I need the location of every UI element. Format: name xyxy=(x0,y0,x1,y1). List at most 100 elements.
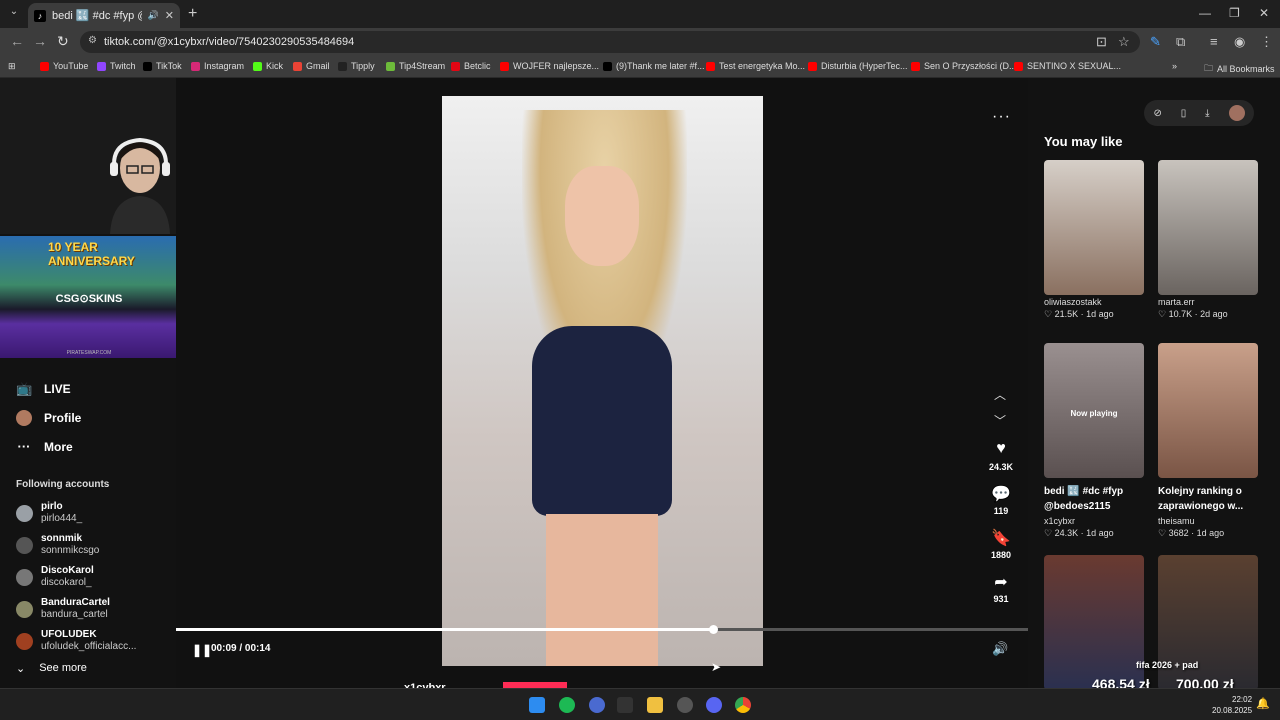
comment-icon: 💬 xyxy=(991,486,1011,503)
progress-fill xyxy=(176,628,713,631)
all-bookmarks[interactable]: 🗀 All Bookmarks xyxy=(1204,61,1275,77)
sidebar-item-more[interactable]: ··· More xyxy=(16,432,166,461)
card-author[interactable]: oliwiaszostakk xyxy=(1044,297,1144,307)
discord-icon[interactable] xyxy=(706,697,722,713)
volume-icon[interactable]: 🔊 xyxy=(992,641,1008,657)
bookmark-item[interactable]: SENTINO X SEXUAL... xyxy=(1014,61,1121,71)
video-frame[interactable] xyxy=(442,96,763,666)
bookmark-item[interactable]: TikTok xyxy=(143,61,182,71)
windows-start-icon[interactable] xyxy=(529,697,545,713)
bookmark-item[interactable]: WOJFER najlepsze... xyxy=(500,61,599,71)
bookmark-item[interactable]: Tipply xyxy=(338,61,375,71)
previous-video-icon[interactable]: ︿ xyxy=(994,386,1006,403)
phone-icon[interactable]: ▯ xyxy=(1181,108,1187,119)
epic-games-icon[interactable] xyxy=(617,697,633,713)
recommended-video-card[interactable]: oliwiaszostakk ♡ 21.5K · 1d ago xyxy=(1044,160,1144,320)
following-account[interactable]: UFOLUDEK ufoludek_officialacc... xyxy=(16,629,136,653)
menu-kebab-icon[interactable]: ⋮ xyxy=(1260,34,1273,50)
recommended-video-card[interactable] xyxy=(1044,555,1144,690)
bookmark-favicon-icon xyxy=(808,61,817,71)
extensions-puzzle-icon[interactable]: ⧉ xyxy=(1176,34,1185,50)
reload-icon[interactable]: ↻ xyxy=(57,33,69,50)
following-account[interactable]: sonnmik sonnmikcsgo xyxy=(16,533,99,557)
following-account[interactable]: BanduraCartel bandura_cartel xyxy=(16,597,110,621)
video-thumbnail[interactable]: Now playing xyxy=(1044,343,1144,478)
card-title: bedi 🔣 #dc #fyp @bedoes2115 xyxy=(1044,486,1124,512)
restore-icon[interactable]: ❐ xyxy=(1229,6,1240,20)
bookmark-item[interactable]: Test energetyka Mo... xyxy=(706,61,805,71)
file-explorer-icon[interactable] xyxy=(647,697,663,713)
recommended-video-card[interactable]: marta.err ♡ 10.7K · 2d ago xyxy=(1158,160,1258,320)
app-icon[interactable] xyxy=(589,697,605,713)
bookmark-item[interactable]: Betclic xyxy=(451,61,491,71)
bookmarks-overflow-icon[interactable]: » xyxy=(1172,61,1177,71)
chrome-icon[interactable] xyxy=(735,697,751,713)
profile-icon[interactable]: ◉ xyxy=(1234,34,1245,50)
address-bar[interactable]: ⚙ tiktok.com/@x1cybxr/video/754023029053… xyxy=(80,31,1140,53)
following-account[interactable]: pirlo pirlo444_ xyxy=(16,501,82,525)
user-avatar[interactable] xyxy=(1228,105,1245,121)
bookmark-item[interactable]: (9)Thank me later #f... xyxy=(603,61,705,71)
minimize-icon[interactable]: — xyxy=(1199,6,1211,20)
video-thumbnail[interactable] xyxy=(1158,160,1258,295)
heart-icon: ♡ xyxy=(1044,528,1055,538)
sidebar-item-live[interactable]: 📺 LIVE xyxy=(16,374,166,403)
tab-list-icon[interactable]: ⌄ xyxy=(6,6,22,22)
install-app-icon[interactable]: ⊡ xyxy=(1096,34,1107,50)
apps-grid-icon[interactable]: ⊞ xyxy=(8,61,16,72)
card-author[interactable]: theisamu xyxy=(1158,516,1258,526)
video-thumbnail[interactable] xyxy=(1158,343,1258,478)
browser-tab[interactable]: ♪ bedi 🔣 #dc #fyp @bedoes 🔊 ✕ xyxy=(28,3,180,28)
card-author[interactable]: marta.err xyxy=(1158,297,1258,307)
bookmark-item[interactable]: YouTube xyxy=(40,61,88,71)
progress-knob[interactable] xyxy=(708,625,718,634)
speaker-icon[interactable]: 🔊 xyxy=(148,10,159,21)
bookmark-item[interactable]: Instagram xyxy=(191,61,244,71)
bookmark-item[interactable]: Twitch xyxy=(97,61,136,71)
comment-button[interactable]: 💬 119 xyxy=(980,484,1022,516)
bookmark-item[interactable]: Kick xyxy=(253,61,283,71)
bookmark-favicon-icon xyxy=(386,61,395,71)
card-meta: ♡ 24.3K · 1d ago xyxy=(1044,528,1114,538)
spotify-icon[interactable] xyxy=(559,697,575,713)
site-info-icon[interactable]: ⚙ xyxy=(88,35,97,46)
bookmark-item[interactable]: Disturbia (HyperTec... xyxy=(808,61,908,71)
extension-icon[interactable]: ✎ xyxy=(1150,34,1161,50)
close-tab-icon[interactable]: ✕ xyxy=(165,9,174,22)
video-thumbnail[interactable] xyxy=(1044,555,1144,690)
bookmark-item[interactable]: Gmail xyxy=(293,61,330,71)
video-player: ··· ︿ ﹀ ♥ 24.3K 💬 119 🔖 1880 ➦ 931 ❚❚ 00… xyxy=(176,78,1028,694)
compass-icon[interactable]: ⊘ xyxy=(1153,108,1161,119)
steam-icon[interactable] xyxy=(677,697,693,713)
download-icon[interactable]: ⤓ xyxy=(1205,108,1209,119)
pause-icon[interactable]: ❚❚ xyxy=(192,643,212,657)
back-icon[interactable]: ← xyxy=(10,33,24,49)
see-more-button[interactable]: ⌄ See more xyxy=(16,662,87,675)
csgoskins-ad[interactable]: 10 YEAR ANNIVERSARY CSG⊙SKINS PIRATESWAP… xyxy=(0,236,178,358)
bookmark-favicon-icon xyxy=(706,61,715,71)
following-account[interactable]: DiscoKarol discokarol_ xyxy=(16,565,94,589)
bookmark-item[interactable]: Sen O Przyszłości (D... xyxy=(911,61,1017,71)
new-tab-button[interactable]: + xyxy=(188,5,197,23)
more-options-icon[interactable]: ··· xyxy=(992,108,1011,126)
share-button[interactable]: ➦ 931 xyxy=(980,572,1022,604)
tiktok-favicon-icon: ♪ xyxy=(34,9,46,22)
sidebar-item-profile[interactable]: Profile xyxy=(16,403,166,432)
forward-icon[interactable]: → xyxy=(33,33,47,49)
notification-bell-icon[interactable]: 🔔 xyxy=(1256,697,1270,710)
close-window-icon[interactable]: ✕ xyxy=(1259,6,1269,20)
like-button[interactable]: ♥ 24.3K xyxy=(980,440,1022,472)
system-clock[interactable]: 22:02 20.08.2025 xyxy=(1212,694,1252,716)
bookmark-item[interactable]: Tip4Stream xyxy=(386,61,445,71)
streamer-image xyxy=(100,128,180,234)
video-progress-bar[interactable] xyxy=(176,625,1028,634)
card-author[interactable]: x1cybxr xyxy=(1044,516,1144,526)
video-subject-face xyxy=(565,166,639,266)
media-control-icon[interactable]: ≡ xyxy=(1210,34,1218,49)
save-button[interactable]: 🔖 1880 xyxy=(980,528,1022,560)
video-thumbnail[interactable] xyxy=(1044,160,1144,295)
next-video-icon[interactable]: ﹀ xyxy=(994,412,1006,429)
bookmark-star-icon[interactable]: ☆ xyxy=(1118,34,1130,50)
recommended-video-card[interactable]: Now playing bedi 🔣 #dc #fyp @bedoes2115 x1… xyxy=(1044,343,1144,539)
recommended-video-card[interactable]: Kolejny ranking o zaprawionego w... theis… xyxy=(1158,343,1258,539)
